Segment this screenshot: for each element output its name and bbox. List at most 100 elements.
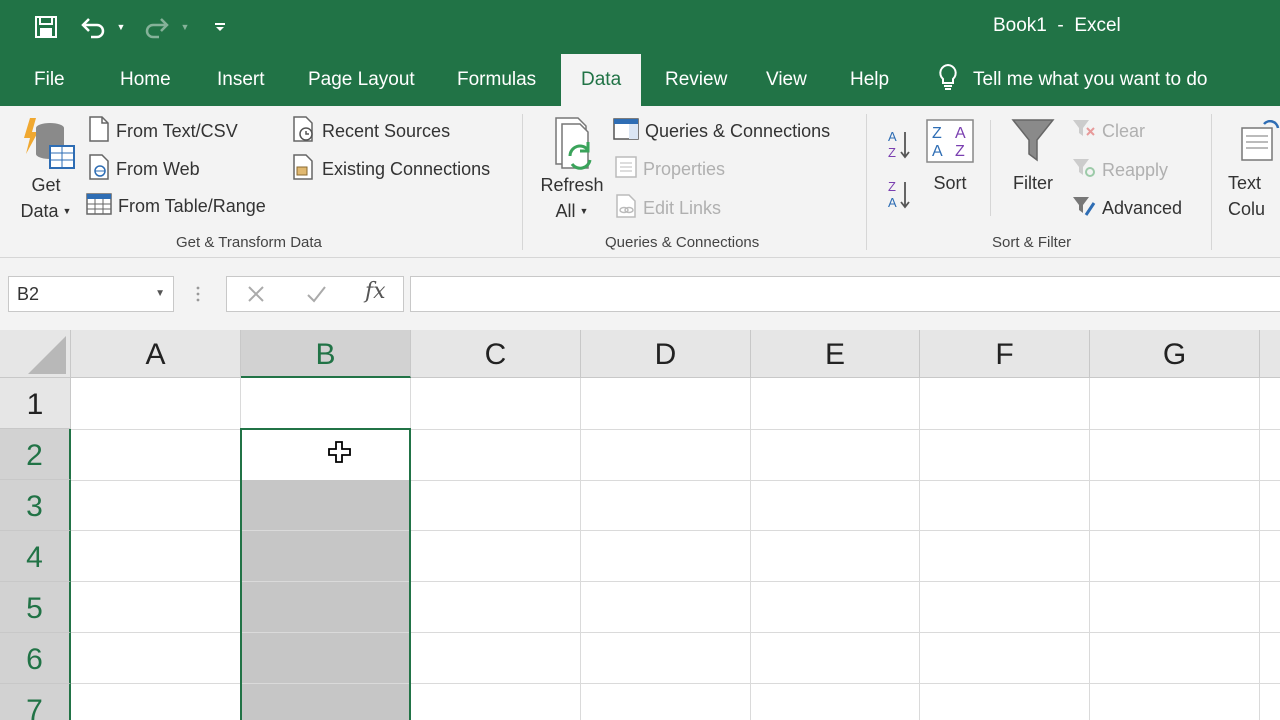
redo-icon[interactable] xyxy=(142,12,172,42)
undo-icon[interactable] xyxy=(78,12,108,42)
properties-button[interactable]: Properties xyxy=(615,156,725,183)
get-data-label-1: Get xyxy=(31,175,61,195)
tell-me-text: Tell me what you want to do xyxy=(973,69,1208,90)
queries-connections-group-label: Queries & Connections xyxy=(605,234,760,251)
formula-buttons: fx xyxy=(226,276,404,312)
properties-icon xyxy=(615,156,637,183)
resize-handle-icon[interactable] xyxy=(194,282,202,306)
row-header-1[interactable]: 1 xyxy=(0,378,71,429)
group-separator xyxy=(522,114,523,250)
clear-label: Clear xyxy=(1102,121,1146,141)
recent-sources-button[interactable]: Recent Sources xyxy=(292,116,450,147)
refresh-all-button[interactable]: Refresh All ▼ xyxy=(536,114,608,224)
group-separator xyxy=(1211,114,1212,250)
edit-links-icon xyxy=(615,194,637,223)
properties-label: Properties xyxy=(643,159,726,179)
from-text-csv-label: From Text/CSV xyxy=(116,121,238,141)
svg-text:Z: Z xyxy=(955,143,965,160)
row-header-7[interactable]: 7 xyxy=(0,684,71,720)
from-web-label: From Web xyxy=(116,159,200,179)
existing-connections-label: Existing Connections xyxy=(322,159,491,179)
text-to-columns-button[interactable]: Text Colu xyxy=(1228,119,1280,222)
reapply-icon xyxy=(1072,157,1096,184)
row-header-3[interactable]: 3 xyxy=(0,480,71,531)
advanced-filter-button[interactable]: Advanced xyxy=(1072,195,1182,222)
chevron-down-icon: ▼ xyxy=(579,206,589,216)
formula-input[interactable] xyxy=(410,276,1280,312)
from-text-csv-button[interactable]: From Text/CSV xyxy=(88,116,238,147)
column-header-c[interactable]: C xyxy=(411,330,581,378)
edit-links-button[interactable]: Edit Links xyxy=(615,194,721,223)
tab-page-layout[interactable]: Page Layout xyxy=(308,54,415,106)
tab-data[interactable]: Data xyxy=(561,54,642,106)
table-icon xyxy=(86,192,112,221)
sort-z-to-a-icon[interactable]: ZA xyxy=(886,178,912,215)
undo-dropdown-icon[interactable]: ▼ xyxy=(114,12,128,42)
existing-connections-button[interactable]: Existing Connections xyxy=(292,154,490,185)
sort-button[interactable]: ZAAZ Sort xyxy=(922,118,978,196)
column-header-e[interactable]: E xyxy=(751,330,920,378)
tab-help[interactable]: Help xyxy=(850,54,889,106)
sort-a-to-z-icon[interactable]: AZ xyxy=(886,128,912,165)
ribbon: Get Data ▼ From Text/CSV From Web From T… xyxy=(0,106,1280,258)
column-header-g[interactable]: G xyxy=(1090,330,1260,378)
recent-sources-label: Recent Sources xyxy=(322,121,451,141)
row-header-2[interactable]: 2 xyxy=(0,429,71,480)
tab-home[interactable]: Home xyxy=(120,54,171,106)
reapply-button[interactable]: Reapply xyxy=(1072,157,1168,184)
column-header-b[interactable]: B xyxy=(241,330,411,378)
chevron-down-icon[interactable]: ▼ xyxy=(155,277,165,311)
from-web-button[interactable]: From Web xyxy=(88,154,200,185)
column-header-h[interactable] xyxy=(1260,330,1280,378)
row-header-4[interactable]: 4 xyxy=(0,531,71,582)
text-to-columns-icon xyxy=(1228,119,1280,170)
gridline xyxy=(750,378,751,720)
column-header-d[interactable]: D xyxy=(581,330,751,378)
clear-filter-icon xyxy=(1072,118,1096,145)
refresh-icon xyxy=(536,114,608,172)
gridline xyxy=(1089,378,1090,720)
select-all-button[interactable] xyxy=(0,330,71,378)
tab-review[interactable]: Review xyxy=(665,54,727,106)
svg-text:A: A xyxy=(955,125,966,142)
gridline xyxy=(580,378,581,720)
text-to-columns-label-2: Colu xyxy=(1228,199,1266,219)
enter-check-icon[interactable] xyxy=(305,283,327,310)
column-header-f[interactable]: F xyxy=(920,330,1090,378)
tab-insert[interactable]: Insert xyxy=(217,54,265,106)
save-icon[interactable] xyxy=(32,12,60,42)
filter-label: Filter xyxy=(1013,173,1053,193)
from-table-range-button[interactable]: From Table/Range xyxy=(86,192,266,221)
divider xyxy=(990,120,991,216)
tab-file[interactable]: File xyxy=(34,54,65,106)
tab-formulas[interactable]: Formulas xyxy=(457,54,536,106)
selection-border xyxy=(240,428,411,720)
lightbulb-icon xyxy=(937,63,959,97)
clear-filter-button[interactable]: Clear xyxy=(1072,118,1145,145)
tab-view[interactable]: View xyxy=(766,54,807,106)
filter-button[interactable]: Filter xyxy=(1004,116,1062,196)
cancel-icon[interactable] xyxy=(245,283,267,310)
redo-dropdown-icon[interactable]: ▼ xyxy=(178,12,192,42)
column-header-a[interactable]: A xyxy=(71,330,241,378)
tell-me-box[interactable]: Tell me what you want to do xyxy=(937,54,1207,106)
worksheet-grid: A B C D E F G 1 2 3 4 5 6 7 xyxy=(0,330,1280,720)
get-data-button[interactable]: Get Data ▼ xyxy=(14,114,78,224)
sort-filter-group-label: Sort & Filter xyxy=(992,234,1072,251)
reapply-label: Reapply xyxy=(1102,160,1169,180)
row-header-5[interactable]: 5 xyxy=(0,582,71,633)
gridline xyxy=(1259,378,1260,720)
row-header-6[interactable]: 6 xyxy=(0,633,71,684)
queries-connections-button[interactable]: Queries & Connections xyxy=(613,117,830,146)
text-to-columns-label-1: Text xyxy=(1228,173,1262,193)
title-bar: ▼ ▼ Book1 - Excel xyxy=(0,0,1280,54)
queries-pane-icon xyxy=(613,117,639,146)
funnel-icon xyxy=(1004,116,1062,170)
insert-function-icon[interactable]: fx xyxy=(365,279,386,304)
sort-label: Sort xyxy=(933,173,967,193)
cross-cursor-icon xyxy=(326,440,354,471)
name-box[interactable]: B2 ▼ xyxy=(8,276,174,312)
customize-toolbar-icon[interactable] xyxy=(212,12,228,42)
sort-dialog-icon: ZAAZ xyxy=(922,118,978,170)
svg-text:A: A xyxy=(888,129,897,144)
